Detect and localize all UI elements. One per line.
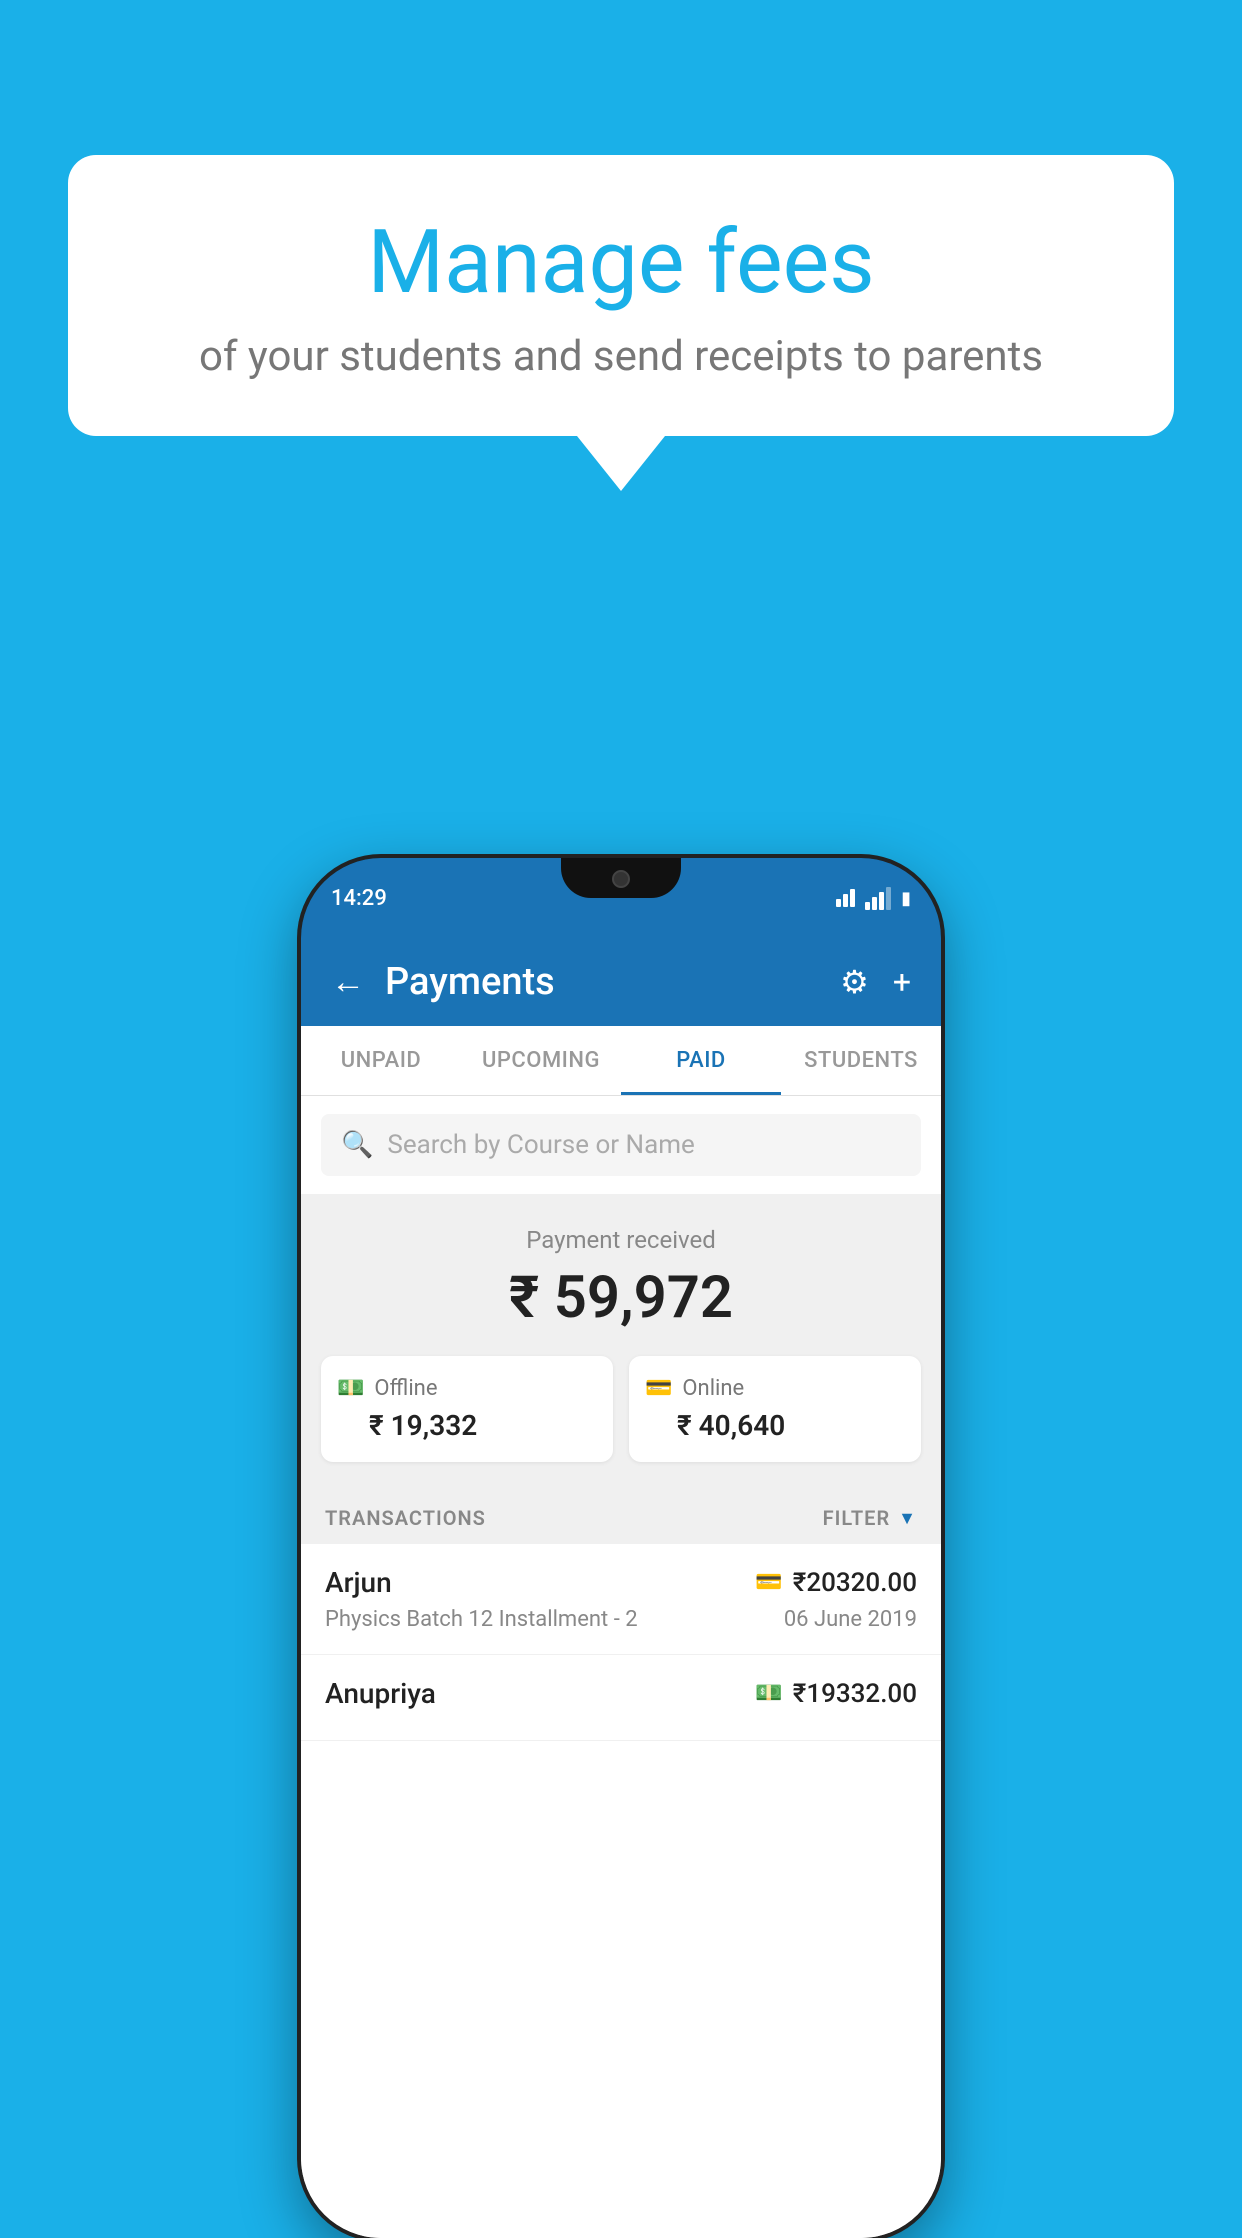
transaction-row1: Arjun 💳 ₹20320.00	[325, 1566, 917, 1599]
tab-upcoming[interactable]: UPCOMING	[461, 1026, 621, 1095]
transactions-header: TRANSACTIONS FILTER ▼	[301, 1486, 941, 1544]
filter-icon: ▼	[898, 1508, 917, 1529]
online-payment-card: 💳 Online ₹ 40,640	[629, 1356, 921, 1462]
online-card-header: 💳 Online	[645, 1376, 905, 1401]
cash-icon: 💵	[337, 1376, 364, 1401]
add-icon[interactable]: +	[893, 963, 911, 1001]
battery-icon: ▮	[901, 888, 911, 909]
cash-payment-icon: 💵	[755, 1681, 782, 1706]
transaction-description: Physics Batch 12 Installment - 2	[325, 1607, 638, 1632]
online-amount: ₹ 40,640	[645, 1409, 905, 1442]
tab-students[interactable]: STUDENTS	[781, 1026, 941, 1095]
payment-cards: 💵 Offline ₹ 19,332 💳 Online ₹ 40,640	[321, 1356, 921, 1462]
status-icons: ▮	[836, 887, 911, 910]
offline-payment-card: 💵 Offline ₹ 19,332	[321, 1356, 613, 1462]
transaction-row2: Physics Batch 12 Installment - 2 06 June…	[325, 1607, 917, 1632]
transaction-date: 06 June 2019	[784, 1607, 917, 1632]
tabs-bar: UNPAID UPCOMING PAID STUDENTS	[301, 1026, 941, 1096]
signal-icon	[865, 887, 891, 910]
speech-bubble-arrow	[577, 436, 665, 491]
transaction-list: Arjun 💳 ₹20320.00 Physics Batch 12 Insta…	[301, 1544, 941, 2238]
camera	[612, 870, 630, 888]
offline-label: Offline	[374, 1376, 437, 1401]
phone-frame: 14:29 ▮ ← Payments ⚙ + UNPAID	[301, 858, 941, 2238]
offline-amount: ₹ 19,332	[337, 1409, 597, 1442]
header-actions: ⚙ +	[840, 963, 911, 1001]
status-time: 14:29	[331, 886, 387, 911]
transactions-section-label: TRANSACTIONS	[325, 1506, 486, 1530]
card-payment-icon: 💳	[755, 1570, 782, 1595]
online-label: Online	[682, 1376, 744, 1401]
payment-received-label: Payment received	[321, 1226, 921, 1254]
table-row[interactable]: Arjun 💳 ₹20320.00 Physics Batch 12 Insta…	[301, 1544, 941, 1655]
speech-bubble: Manage fees of your students and send re…	[68, 155, 1174, 436]
transaction-amount: ₹19332.00	[793, 1679, 917, 1709]
speech-bubble-container: Manage fees of your students and send re…	[68, 155, 1174, 491]
wifi-icon	[836, 889, 855, 907]
filter-label: FILTER	[823, 1506, 891, 1530]
phone-content: 🔍 Search by Course or Name Payment recei…	[301, 1096, 941, 2238]
transaction-name: Anupriya	[325, 1677, 436, 1710]
tab-unpaid[interactable]: UNPAID	[301, 1026, 461, 1095]
search-placeholder-text: Search by Course or Name	[387, 1130, 694, 1160]
transaction-amount-wrap: 💵 ₹19332.00	[755, 1679, 917, 1709]
search-bar[interactable]: 🔍 Search by Course or Name	[321, 1114, 921, 1176]
filter-button[interactable]: FILTER ▼	[823, 1506, 917, 1530]
settings-icon[interactable]: ⚙	[840, 963, 869, 1001]
search-container: 🔍 Search by Course or Name	[301, 1096, 941, 1194]
app-header: ← Payments ⚙ +	[301, 938, 941, 1026]
offline-card-header: 💵 Offline	[337, 1376, 597, 1401]
transaction-row1: Anupriya 💵 ₹19332.00	[325, 1677, 917, 1710]
speech-bubble-title: Manage fees	[128, 215, 1114, 312]
back-button[interactable]: ←	[331, 962, 365, 1002]
tab-paid[interactable]: PAID	[621, 1026, 781, 1095]
payment-summary: Payment received ₹ 59,972 💵 Offline ₹ 19…	[301, 1194, 941, 1486]
status-bar: 14:29 ▮	[301, 858, 941, 938]
card-icon: 💳	[645, 1376, 672, 1401]
page-title: Payments	[385, 960, 840, 1004]
search-icon: 🔍	[341, 1130, 373, 1160]
speech-bubble-subtitle: of your students and send receipts to pa…	[128, 332, 1114, 381]
notch	[561, 858, 681, 898]
table-row[interactable]: Anupriya 💵 ₹19332.00	[301, 1655, 941, 1741]
transaction-name: Arjun	[325, 1566, 392, 1599]
payment-total-amount: ₹ 59,972	[321, 1264, 921, 1332]
transaction-amount: ₹20320.00	[793, 1568, 917, 1598]
transaction-amount-wrap: 💳 ₹20320.00	[755, 1568, 917, 1598]
